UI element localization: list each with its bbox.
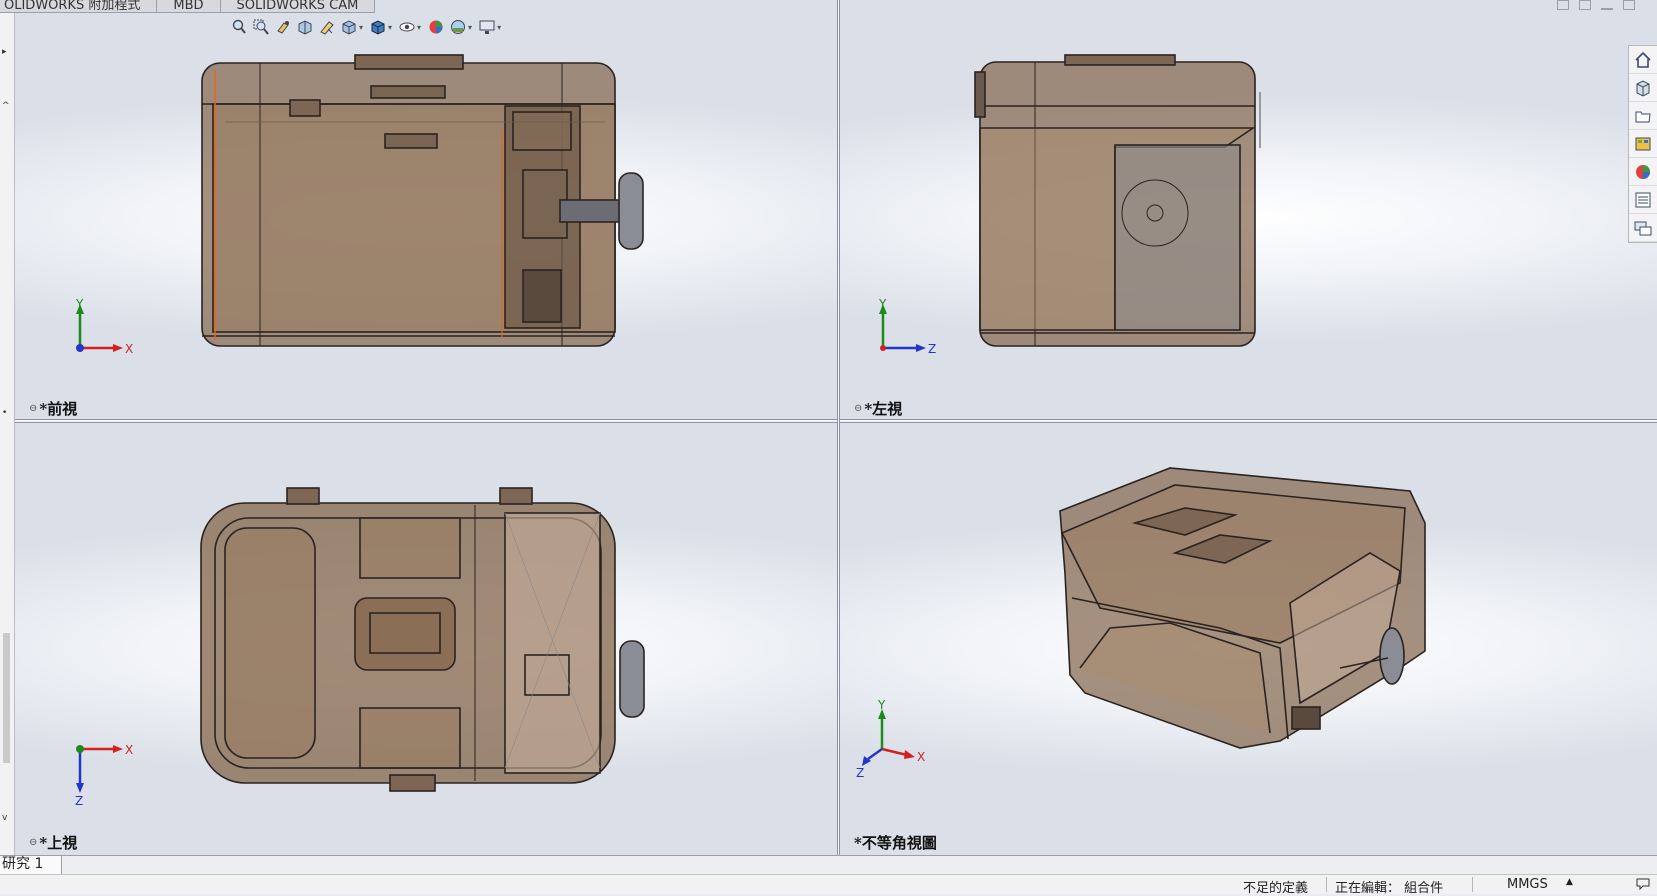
viewport-splitter-horizontal[interactable]	[15, 419, 1657, 423]
file-explorer-icon[interactable]	[1629, 102, 1657, 130]
viewport-label: ⊖ *前視	[29, 400, 78, 418]
bottom-tab-bar: 研究 1	[0, 855, 1657, 874]
top-view-model[interactable]	[15, 423, 837, 855]
scroll-down-icon[interactable]: v	[2, 813, 7, 823]
task-pane-tabs	[1628, 45, 1657, 243]
appearances-icon[interactable]	[1629, 158, 1657, 186]
dropdown-arrow-icon[interactable]: ▾	[359, 23, 363, 32]
link-views-icon[interactable]: ⊖	[29, 403, 37, 414]
coordinate-triad: Y X	[75, 298, 133, 356]
triad-z-label: Z	[856, 766, 864, 779]
units-selector[interactable]: MMGS	[1507, 877, 1548, 892]
view-orientation-icon[interactable]	[340, 18, 358, 36]
isometric-view-model[interactable]	[840, 423, 1657, 855]
viewport-isometric[interactable]: Y X Z *不等角視圖	[840, 423, 1657, 855]
dynamic-annotation-icon[interactable]	[318, 18, 336, 36]
tab-mbd[interactable]: MBD	[157, 0, 221, 13]
command-manager-tabs: OLIDWORKS 附加程式 MBD SOLIDWORKS CAM	[0, 0, 376, 13]
viewport-splitter-vertical[interactable]	[837, 0, 840, 855]
triad-x-label: X	[917, 750, 925, 764]
triad-y-label: Y	[877, 699, 886, 712]
display-style-icon[interactable]	[369, 18, 387, 36]
forum-icon[interactable]	[1629, 214, 1657, 242]
maximize-icon[interactable]	[1623, 0, 1635, 10]
viewport-top[interactable]: X Z ⊖ *上視	[15, 423, 837, 855]
custom-properties-icon[interactable]	[1629, 186, 1657, 214]
viewport-label: ⊖ *左視	[854, 400, 903, 418]
zoom-to-fit-icon[interactable]	[230, 18, 248, 36]
triad-x-label: X	[125, 743, 133, 757]
view-settings-icon[interactable]	[478, 18, 496, 36]
minimize-icon[interactable]	[1601, 8, 1613, 10]
triad-z-label: Z	[75, 794, 83, 808]
viewport-label: ⊖ *上視	[29, 834, 78, 852]
dropdown-arrow-icon[interactable]: ▾	[497, 23, 501, 32]
tile-icon[interactable]	[1579, 0, 1591, 10]
triad-y-label: Y	[878, 298, 887, 311]
hide-show-icon[interactable]	[398, 18, 416, 36]
viewport-label: *不等角視圖	[854, 834, 937, 852]
expand-arrow-icon[interactable]: ▸	[2, 47, 7, 57]
dropdown-arrow-icon[interactable]: ▾	[417, 23, 421, 32]
scrollbar-thumb[interactable]	[3, 633, 10, 763]
document-window-controls	[1557, 0, 1635, 10]
tab-solidworks-cam[interactable]: SOLIDWORKS CAM	[220, 0, 376, 13]
tab-study-1[interactable]: 研究 1	[0, 856, 63, 874]
splitter-handle-icon[interactable]: •	[2, 408, 7, 418]
home-icon[interactable]	[1629, 46, 1657, 74]
heads-up-view-toolbar: ▾ ▾ ▾ ▾ ▾	[230, 18, 503, 36]
front-view-model[interactable]	[15, 0, 837, 419]
tab-addins[interactable]: OLIDWORKS 附加程式	[0, 0, 158, 13]
triad-y-label: Y	[75, 298, 84, 311]
status-bar: 不足的定義 正在編輯： 組合件 MMGS ▲	[0, 874, 1657, 896]
restore-icon[interactable]	[1557, 0, 1569, 10]
link-views-icon[interactable]: ⊖	[854, 403, 862, 414]
triad-z-label: Z	[928, 342, 936, 356]
design-library-icon[interactable]	[1629, 74, 1657, 102]
dropdown-arrow-icon[interactable]: ▾	[468, 23, 472, 32]
viewport-front[interactable]: Y X ⊖ *前視	[15, 0, 837, 419]
scroll-up-icon[interactable]: ^	[2, 101, 10, 111]
quick-tips-icon[interactable]	[1636, 877, 1652, 895]
left-view-model[interactable]	[840, 0, 1657, 419]
previous-view-icon[interactable]	[274, 18, 292, 36]
edit-appearance-icon[interactable]	[427, 18, 445, 36]
coordinate-triad: Y Z	[878, 298, 936, 356]
zoom-to-area-icon[interactable]	[252, 18, 270, 36]
apply-scene-icon[interactable]	[449, 18, 467, 36]
status-editing: 正在編輯： 組合件	[1335, 881, 1444, 896]
view-palette-icon[interactable]	[1629, 130, 1657, 158]
coordinate-triad: Y X Z	[856, 699, 925, 779]
triad-x-label: X	[125, 342, 133, 356]
feature-manager-collapsed-rail[interactable]: ▸ ^ • v	[0, 13, 15, 855]
section-view-icon[interactable]	[296, 18, 314, 36]
link-views-icon[interactable]: ⊖	[29, 837, 37, 848]
coordinate-triad: X Z	[75, 743, 133, 808]
viewport-left[interactable]: Y Z ⊖ *左視	[840, 0, 1657, 419]
units-dropdown-icon[interactable]: ▲	[1566, 877, 1573, 887]
dropdown-arrow-icon[interactable]: ▾	[388, 23, 392, 32]
status-definition: 不足的定義	[1243, 881, 1309, 896]
